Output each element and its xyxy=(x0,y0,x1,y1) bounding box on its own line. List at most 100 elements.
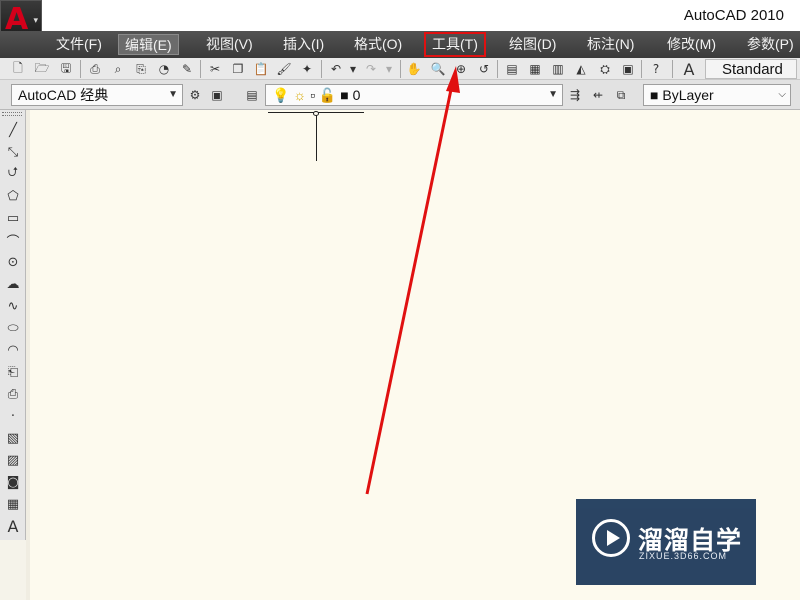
menu-dimension[interactable]: 标注(N) xyxy=(581,34,640,55)
ellipse-arc-icon[interactable]: ◠ xyxy=(3,340,23,360)
chevron-down-icon: ⌵ xyxy=(778,89,786,100)
region-icon[interactable]: ◙ xyxy=(3,472,23,492)
menu-view[interactable]: 视图(V) xyxy=(200,34,259,55)
chevron-down-icon: ▼ xyxy=(168,89,178,100)
layer-previous-icon[interactable]: ⇷ xyxy=(589,85,607,105)
chevron-down-icon: ▼ xyxy=(548,89,558,100)
line-icon[interactable]: ╱ xyxy=(3,120,23,140)
markup-icon[interactable]: ⛭ xyxy=(596,60,614,78)
standard-toolbar: 🗋 🗁 🖫 ⎙ ⌕ ⎘ ◔ ✎ ✂ ❐ 📋 🖌 ✦ ↶ ▾ ↷ ▾ ✋ 🔍 ⊕ … xyxy=(0,58,800,80)
design-center-icon[interactable]: ▦ xyxy=(526,60,544,78)
layer-value: 0 xyxy=(352,87,361,103)
chevron-down-icon[interactable]: ▾ xyxy=(380,60,398,78)
print-icon[interactable]: ⎙ xyxy=(86,60,104,78)
toolbar-separator xyxy=(400,60,401,78)
hatch-icon[interactable]: ▧ xyxy=(3,428,23,448)
text-style-icon[interactable]: A xyxy=(680,60,698,79)
cut-icon[interactable]: ✂ xyxy=(206,60,224,78)
etransmit-icon[interactable]: ✎ xyxy=(178,60,196,78)
publish-icon[interactable]: ⎘ xyxy=(132,60,150,78)
layer-state-icon[interactable]: ⧉ xyxy=(612,85,630,105)
text-style-select[interactable]: Standard xyxy=(705,59,797,79)
help-icon[interactable]: ? xyxy=(647,60,665,78)
circle-icon[interactable]: ⊙ xyxy=(3,252,23,272)
watermark: 溜溜自学 ZIXUE.3D66.COM xyxy=(576,499,756,585)
zoom-previous-icon[interactable]: ↺ xyxy=(475,60,493,78)
chevron-down-icon: ▾ xyxy=(33,15,38,25)
toolbar-separator xyxy=(641,60,642,78)
menu-tools[interactable]: 工具(T) xyxy=(424,32,486,57)
make-block-icon[interactable]: ⎙ xyxy=(3,384,23,404)
pan-realtime-icon[interactable]: ✋ xyxy=(405,60,423,78)
draw-toolbar: ╱ ⤡ ⮍ ⬠ ▭ ⌒ ⊙ ☁ ∿ ⬭ ◠ ⎗ ⎙ · ▧ ▨ ◙ ▦ A xyxy=(0,110,26,540)
lightbulb-icon: 💡 xyxy=(272,87,290,103)
open-file-icon[interactable]: 🗁 xyxy=(33,60,51,78)
arc-icon[interactable]: ⌒ xyxy=(3,230,23,250)
toolbar-grip[interactable] xyxy=(2,112,22,116)
workspace-value: AutoCAD 经典 xyxy=(18,87,109,103)
watermark-subtitle: ZIXUE.3D66.COM xyxy=(639,551,728,561)
polygon-icon[interactable]: ⬠ xyxy=(3,186,23,206)
paste-icon[interactable]: 📋 xyxy=(252,60,270,78)
sun-icon: ☼ xyxy=(293,87,307,103)
chevron-down-icon[interactable]: ▾ xyxy=(344,60,362,78)
color-swatch: ■ xyxy=(650,87,659,103)
menu-draw[interactable]: 绘图(D) xyxy=(503,34,562,55)
toolbar-separator xyxy=(497,60,498,78)
toolbar-separator xyxy=(672,60,673,78)
workspace-select[interactable]: AutoCAD 经典 ▼ xyxy=(11,84,183,106)
gradient-icon[interactable]: ▨ xyxy=(3,450,23,470)
tool-palettes-icon[interactable]: ▥ xyxy=(549,60,567,78)
customize-icon[interactable]: ▣ xyxy=(208,85,226,105)
calculator-icon[interactable]: ▣ xyxy=(619,60,637,78)
color-value: ByLayer xyxy=(662,87,714,103)
layer-properties-icon[interactable]: ▤ xyxy=(243,85,261,105)
save-icon[interactable]: 🖫 xyxy=(57,60,75,78)
left-panel-background xyxy=(0,540,26,600)
block-editor-icon[interactable]: ✦ xyxy=(298,60,316,78)
revision-cloud-icon[interactable]: ☁ xyxy=(3,274,23,294)
layer-freeze-icon: ▫ xyxy=(310,87,316,103)
match-properties-icon[interactable]: 🖌 xyxy=(275,60,293,78)
unlock-icon: 🔓 xyxy=(318,87,337,103)
toolbar-separator xyxy=(321,60,322,78)
redo-icon[interactable]: ↷ xyxy=(362,60,380,78)
3d-dwf-icon[interactable]: ◔ xyxy=(155,60,173,78)
menu-insert[interactable]: 插入(I) xyxy=(277,34,330,55)
rectangle-icon[interactable]: ▭ xyxy=(3,208,23,228)
copy-icon[interactable]: ❐ xyxy=(229,60,247,78)
menu-parametric[interactable]: 参数(P) xyxy=(741,34,800,55)
insert-block-icon[interactable]: ⎗ xyxy=(3,362,23,382)
toolbar-separator xyxy=(80,60,81,78)
ellipse-icon[interactable]: ⬭ xyxy=(3,318,23,338)
menu-format[interactable]: 格式(O) xyxy=(348,34,408,55)
color-select[interactable]: ■ ByLayer ⌵ xyxy=(643,84,791,106)
construction-line-icon[interactable]: ⤡ xyxy=(3,142,23,162)
play-logo-icon xyxy=(592,519,630,557)
workspace-settings-icon[interactable]: ⚙ xyxy=(186,85,204,105)
new-file-icon[interactable]: 🗋 xyxy=(9,60,27,78)
layer-select[interactable]: 💡 ☼ ▫ 🔓 ■ 0 ▼ xyxy=(265,84,563,106)
spline-icon[interactable]: ∿ xyxy=(3,296,23,316)
canvas-border xyxy=(26,110,30,600)
point-icon[interactable]: · xyxy=(3,406,23,426)
menu-file[interactable]: 文件(F) xyxy=(50,34,108,55)
multiline-text-icon[interactable]: A xyxy=(3,516,23,536)
make-current-layer-icon[interactable]: ⇶ xyxy=(566,85,584,105)
polyline-icon[interactable]: ⮍ xyxy=(3,164,23,184)
menu-edit[interactable]: 编辑(E) xyxy=(118,34,179,55)
window-title: AutoCAD 2010 xyxy=(683,7,784,24)
menu-bar: 文件(F) 编辑(E) 视图(V) 插入(I) 格式(O) 工具(T) 绘图(D… xyxy=(0,31,800,58)
print-preview-icon[interactable]: ⌕ xyxy=(109,60,127,78)
undo-icon[interactable]: ↶ xyxy=(327,60,345,78)
table-icon[interactable]: ▦ xyxy=(3,494,23,514)
cursor-pickbox xyxy=(313,111,319,116)
sheet-set-icon[interactable]: ◭ xyxy=(572,60,590,78)
zoom-realtime-icon[interactable]: 🔍 xyxy=(429,60,447,78)
menu-modify[interactable]: 修改(M) xyxy=(661,34,722,55)
title-bar: AutoCAD 2010 xyxy=(0,0,800,31)
zoom-window-icon[interactable]: ⊕ xyxy=(452,60,470,78)
properties-icon[interactable]: ▤ xyxy=(503,60,521,78)
crosshair-cursor xyxy=(316,113,317,161)
layer-color-swatch: ■ xyxy=(340,87,349,103)
